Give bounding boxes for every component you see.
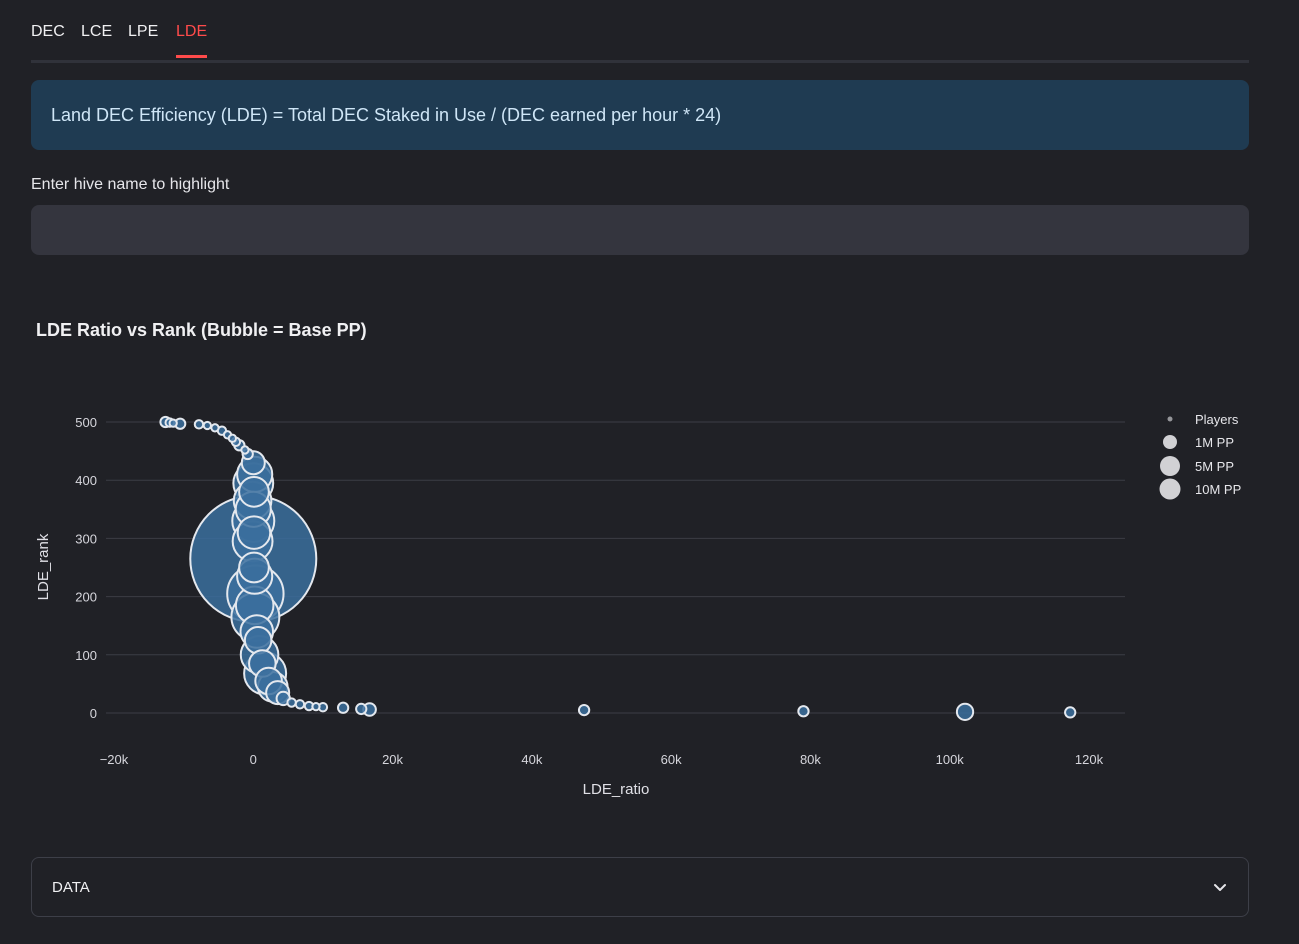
x-tick-label: 120k xyxy=(1075,752,1104,767)
info-text: Land DEC Efficiency (LDE) = Total DEC St… xyxy=(51,104,722,125)
x-tick-label: 40k xyxy=(521,752,542,767)
x-tick-label: 20k xyxy=(382,752,403,767)
legend-marker xyxy=(1163,435,1177,449)
x-tick-label: 0 xyxy=(250,752,257,767)
tab-lde[interactable]: LDE xyxy=(176,23,208,58)
tab-lce[interactable]: LCE xyxy=(81,23,112,55)
tab-bar: DEC LCE LPE LDE xyxy=(31,14,1249,63)
tab-lpe[interactable]: LPE xyxy=(128,23,158,55)
data-point xyxy=(238,551,270,584)
legend-label: 10M PP xyxy=(1195,482,1241,497)
data-point xyxy=(797,705,810,718)
data-point xyxy=(1064,706,1077,719)
x-axis-label: LDE_ratio xyxy=(583,781,650,798)
info-banner: Land DEC Efficiency (LDE) = Total DEC St… xyxy=(31,80,1249,150)
y-tick-label: 200 xyxy=(75,590,97,605)
chevron-down-icon xyxy=(1214,884,1226,891)
data-point xyxy=(202,420,212,431)
bubble-chart: 0 100 200 300 400 500 −20k 0 20k 40k 60k 80k 100k 120… xyxy=(35,412,1241,798)
data-point xyxy=(286,697,297,708)
legend-label: 5M PP xyxy=(1195,459,1234,474)
y-axis-label: LDE_rank xyxy=(35,533,52,600)
y-tick-label: 100 xyxy=(75,648,97,663)
legend-label: 1M PP xyxy=(1195,435,1234,450)
data-point xyxy=(336,701,350,714)
data-point xyxy=(311,701,321,712)
tab-dec[interactable]: DEC xyxy=(31,23,65,55)
chart-title: LDE Ratio vs Rank (Bubble = Base PP) xyxy=(36,320,367,340)
data-point xyxy=(168,418,178,428)
y-tick-label: 300 xyxy=(75,531,97,546)
legend-marker xyxy=(1159,478,1181,500)
legend-marker xyxy=(1167,416,1173,422)
data-point xyxy=(240,445,250,455)
highlight-input-label: Enter hive name to highlight xyxy=(31,176,230,193)
data-point xyxy=(227,433,238,443)
data-expander[interactable]: DATA xyxy=(31,857,1249,917)
data-point xyxy=(577,703,591,717)
data-point xyxy=(294,699,306,710)
x-tick-label: 80k xyxy=(800,752,821,767)
data-point xyxy=(238,475,270,508)
x-tick-label: 100k xyxy=(936,752,965,767)
x-tick-label: −20k xyxy=(100,752,129,767)
y-tick-label: 400 xyxy=(75,473,97,488)
data-point xyxy=(355,702,368,716)
highlight-input[interactable] xyxy=(31,205,1249,255)
data-point xyxy=(955,702,975,721)
data-point xyxy=(193,419,205,430)
y-tick-label: 500 xyxy=(75,415,97,430)
data-point xyxy=(236,515,272,550)
data-point xyxy=(210,423,220,433)
y-tick-label: 0 xyxy=(90,706,97,721)
legend-marker xyxy=(1160,456,1180,476)
x-tick-label: 60k xyxy=(661,752,682,767)
data-point xyxy=(243,625,273,655)
legend-label: Players xyxy=(1195,412,1239,427)
expander-label: DATA xyxy=(52,878,90,896)
